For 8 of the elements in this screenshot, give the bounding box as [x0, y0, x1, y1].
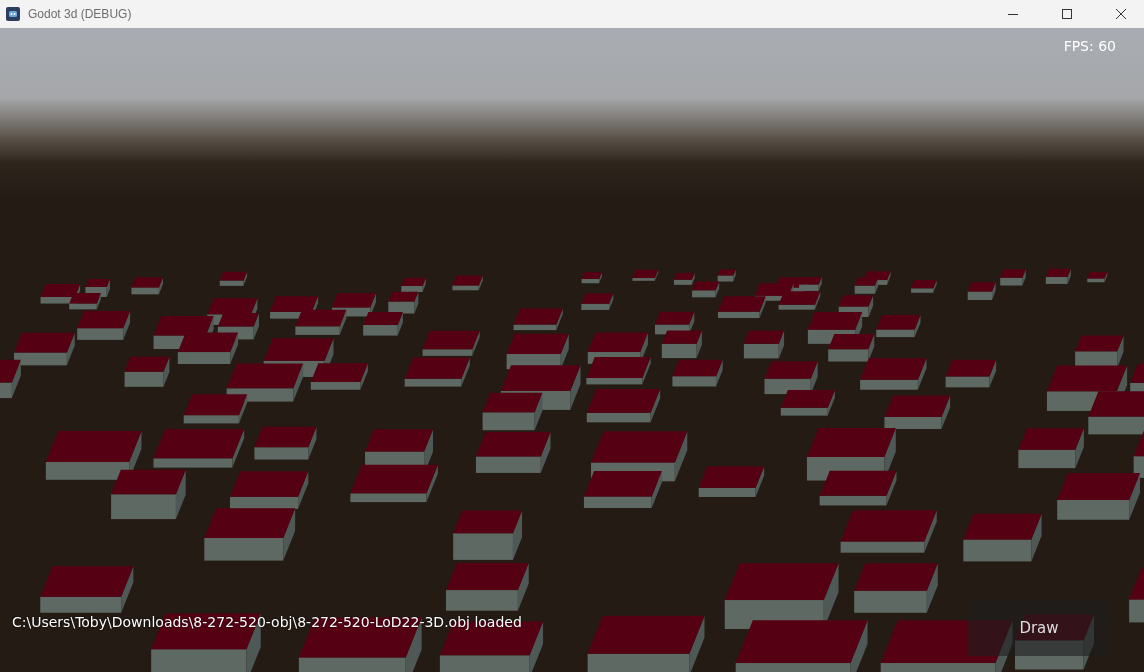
window-title: Godot 3d (DEBUG)	[28, 7, 133, 21]
fps-counter: FPS: 60	[1063, 38, 1116, 54]
maximize-icon	[1062, 9, 1072, 19]
status-message: C:\Users\Toby\Downloads\8-272-520-obj\8-272-520-LoD22-3D.obj loaded	[12, 614, 522, 630]
close-icon	[1116, 9, 1126, 19]
minimize-icon	[1008, 13, 1018, 15]
app-icon	[6, 7, 20, 21]
draw-button[interactable]: Draw	[968, 600, 1110, 656]
